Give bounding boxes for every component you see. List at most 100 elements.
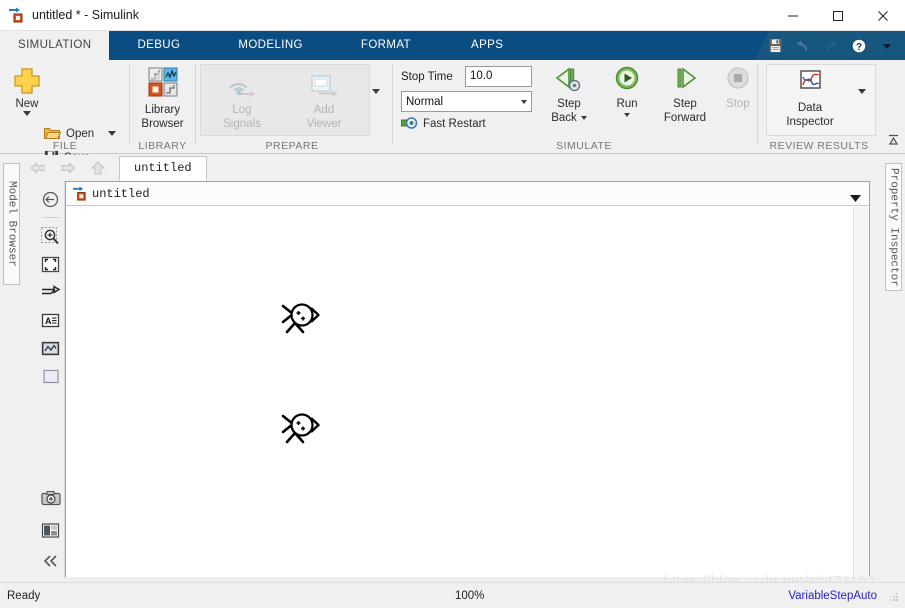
- model-canvas[interactable]: [66, 206, 869, 578]
- close-button[interactable]: [860, 0, 905, 31]
- add-viewer-button: Add Viewer: [288, 70, 360, 131]
- step-forward-button[interactable]: Step Forward: [652, 66, 718, 125]
- save-icon[interactable]: [765, 36, 785, 56]
- ribbon-group-review-label: REVIEW RESULTS: [769, 140, 869, 152]
- tab-modeling[interactable]: MODELING: [220, 31, 321, 60]
- ribbon-group-review-results: Data Inspector REVIEW RESULTS: [760, 60, 885, 154]
- title-bar: untitled * - Simulink: [0, 0, 905, 31]
- tab-simulation[interactable]: SIMULATION: [0, 31, 110, 60]
- new-button-label: New: [15, 98, 39, 110]
- open-caret-icon[interactable]: [108, 131, 116, 136]
- svg-text:A: A: [45, 316, 52, 326]
- run-button[interactable]: Run: [602, 66, 652, 117]
- arrow-right-icon: [53, 156, 83, 180]
- step-forward-label-line2: Forward: [663, 112, 707, 124]
- ribbon-separator-4: [757, 64, 758, 144]
- data-inspector-label-line1: Data: [797, 102, 823, 114]
- fit-to-view-icon[interactable]: [40, 253, 62, 275]
- step-back-label-line1: Step: [557, 98, 581, 110]
- canvas-toolbar: A: [37, 181, 65, 579]
- toolbar-divider: [41, 217, 60, 218]
- help-icon[interactable]: ?: [849, 36, 869, 56]
- fast-restart-button[interactable]: Fast Restart: [401, 117, 486, 130]
- simulink-model-icon: [72, 186, 87, 201]
- breadcrumb-caret-icon[interactable]: [850, 191, 861, 205]
- svg-text:?: ?: [856, 42, 862, 53]
- layers-icon[interactable]: [40, 519, 62, 541]
- resize-grip-icon[interactable]: [888, 591, 900, 606]
- sum-block[interactable]: [280, 411, 322, 452]
- status-zoom-level: 100%: [455, 589, 485, 602]
- stop-time-input[interactable]: 10.0: [465, 66, 532, 87]
- breadcrumb: untitled: [66, 182, 869, 206]
- data-inspector-button[interactable]: Data Inspector: [772, 68, 848, 129]
- add-viewer-label-line1: Add: [313, 104, 335, 116]
- run-label: Run: [616, 98, 638, 110]
- zoom-in-icon[interactable]: [40, 225, 62, 247]
- ribbon: New Open Save: [0, 60, 905, 189]
- ribbon-separator-3: [392, 64, 393, 144]
- arrow-up-icon: [83, 156, 113, 180]
- log-signals-label-line1: Log: [232, 104, 252, 116]
- camera-icon[interactable]: [40, 487, 62, 509]
- open-button-label: Open: [66, 127, 95, 140]
- data-inspector-label-line2: Inspector: [786, 116, 834, 128]
- collapse-ribbon-icon[interactable]: [887, 133, 900, 149]
- redo-icon: [821, 36, 841, 56]
- stop-button: Stop: [716, 66, 760, 111]
- window-controls: [770, 0, 905, 31]
- step-back-button[interactable]: Step Back: [540, 66, 598, 125]
- right-dock-strip: Property Inspector: [882, 155, 905, 579]
- log-signals-label-line2: Signals: [223, 118, 261, 130]
- simulation-mode-caret-icon[interactable]: [521, 99, 527, 104]
- model-tab[interactable]: untitled: [119, 155, 207, 181]
- step-forward-label-line1: Step: [673, 98, 697, 110]
- ribbon-group-library: Library Browser LIBRARY: [130, 60, 195, 154]
- simulink-model-icon: [8, 7, 24, 23]
- arrow-left-icon: [23, 156, 53, 180]
- annotation-icon[interactable]: A: [40, 309, 62, 331]
- model-browser-tab[interactable]: Model Browser: [3, 163, 20, 285]
- simulink-window: untitled * - Simulink SIMULATION DEBUG M…: [0, 0, 905, 608]
- window-title: untitled * - Simulink: [32, 8, 139, 22]
- tab-format[interactable]: FORMAT: [343, 31, 429, 60]
- new-caret-icon[interactable]: [23, 111, 31, 116]
- area-icon[interactable]: [40, 365, 62, 387]
- signal-routing-icon[interactable]: [40, 281, 62, 303]
- library-browser-button[interactable]: Library Browser: [130, 66, 195, 131]
- new-button[interactable]: New: [4, 66, 50, 116]
- run-caret-icon[interactable]: [624, 113, 630, 117]
- open-button[interactable]: Open: [44, 126, 120, 141]
- simulation-mode-value: Normal: [406, 95, 444, 108]
- sum-block[interactable]: [280, 301, 322, 342]
- library-browser-label-line1: Library: [144, 104, 181, 116]
- ribbon-group-library-label: LIBRARY: [138, 140, 187, 152]
- ribbon-group-file: New Open Save: [0, 60, 130, 189]
- left-dock-strip: Model Browser: [0, 155, 23, 579]
- property-inspector-tab[interactable]: Property Inspector: [885, 163, 902, 291]
- library-browser-label-line2: Browser: [141, 118, 184, 130]
- review-expand-caret-icon[interactable]: [858, 89, 866, 108]
- tab-apps[interactable]: APPS: [453, 31, 521, 60]
- undo-icon[interactable]: [793, 36, 813, 56]
- scope-image-icon[interactable]: [40, 337, 62, 359]
- breadcrumb-model-name[interactable]: untitled: [92, 187, 150, 201]
- ribbon-group-simulate: Stop Time 10.0 Normal Fast Restart Step …: [394, 60, 754, 154]
- maximize-button[interactable]: [815, 0, 860, 31]
- status-solver[interactable]: VariableStepAuto: [788, 590, 877, 602]
- ribbon-group-simulate-label: SIMULATE: [556, 140, 612, 152]
- prepare-expand-caret-icon[interactable]: [372, 89, 380, 108]
- navigate-back-icon[interactable]: [40, 188, 62, 210]
- simulation-mode-select[interactable]: Normal: [401, 91, 532, 112]
- ribbon-group-prepare: Log Signals Add Viewer PREPARE: [196, 60, 388, 154]
- status-ready-text: Ready: [7, 589, 41, 602]
- model-canvas-panel: untitled: [65, 181, 870, 579]
- minimize-button[interactable]: [770, 0, 815, 31]
- ribbon-group-prepare-label: PREPARE: [265, 140, 319, 152]
- chevron-down-icon[interactable]: [877, 36, 897, 56]
- collapse-icon[interactable]: [40, 550, 62, 572]
- canvas-vertical-scrollbar[interactable]: [853, 207, 868, 577]
- ribbon-group-file-label: FILE: [52, 140, 78, 152]
- step-back-caret-icon[interactable]: [580, 116, 587, 120]
- tab-debug[interactable]: DEBUG: [119, 31, 198, 60]
